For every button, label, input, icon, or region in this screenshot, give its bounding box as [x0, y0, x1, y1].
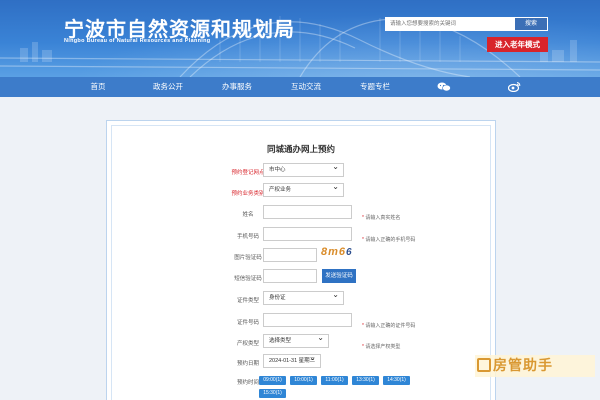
reservation-panel: 同城通办网上预约 预约登记网点 市中心 预约业务类别 产权业务 姓名 * 请输入…: [106, 120, 496, 400]
sms-input[interactable]: [263, 269, 317, 283]
id-type-select[interactable]: 身份证: [263, 289, 344, 305]
main-nav: 首页 政务公开 办事服务 互动交流 专题专栏: [0, 77, 600, 97]
send-sms-button[interactable]: 发送验证码: [322, 269, 356, 283]
captcha-image[interactable]: 8m66: [321, 246, 355, 264]
time-slot-1000[interactable]: 10:00(1): [290, 376, 317, 385]
id-number-hint: * 请输入正确的证件号码: [362, 323, 416, 329]
business-select[interactable]: 产权业务: [263, 181, 344, 197]
name-hint: * 请输入真实姓名: [362, 215, 401, 221]
nav-item-gov-info[interactable]: 政务公开: [148, 77, 188, 97]
name-input[interactable]: [263, 205, 352, 219]
nav-item-services[interactable]: 办事服务: [217, 77, 257, 97]
captcha-input[interactable]: [263, 248, 317, 262]
time-slot-1530[interactable]: 15:30(1): [259, 389, 286, 398]
elder-mode-button[interactable]: 进入老年模式: [487, 37, 548, 52]
phone-hint: * 请输入正确的手机号码: [362, 237, 416, 243]
search-input[interactable]: [385, 17, 514, 31]
site-title-english: Ningbo Bureau of Natural Resources and P…: [64, 38, 211, 44]
watermark: 房管助手: [475, 355, 595, 377]
time-slot-1430[interactable]: 14:30(1): [383, 376, 410, 385]
date-picker[interactable]: 2024-01-31 星期三: [263, 352, 321, 368]
house-icon: [477, 358, 491, 372]
weibo-icon[interactable]: [508, 81, 521, 92]
time-slot-1330[interactable]: 13:30(1): [352, 376, 379, 385]
nav-item-topics[interactable]: 专题专栏: [355, 77, 395, 97]
search-button[interactable]: 搜索: [514, 17, 548, 31]
nav-item-home[interactable]: 首页: [78, 77, 118, 97]
phone-input[interactable]: [263, 227, 352, 241]
header-banner: 宁波市自然资源和规划局 Ningbo Bureau of Natural Res…: [0, 0, 600, 77]
property-type-hint: * 请选择产权类型: [362, 344, 401, 350]
property-type-select[interactable]: 选择类型: [263, 332, 329, 348]
time-slot-0900[interactable]: 09:00(1): [259, 376, 286, 385]
time-slot-1100[interactable]: 11:00(1): [321, 376, 348, 385]
id-number-input[interactable]: [263, 313, 352, 327]
reservation-form: 同城通办网上预约 预约登记网点 市中心 预约业务类别 产权业务 姓名 * 请输入…: [111, 125, 491, 400]
wechat-icon[interactable]: [437, 82, 451, 92]
form-title: 同城通办网上预约: [266, 144, 335, 154]
nav-item-interaction[interactable]: 互动交流: [286, 77, 326, 97]
office-select[interactable]: 市中心: [263, 161, 344, 177]
